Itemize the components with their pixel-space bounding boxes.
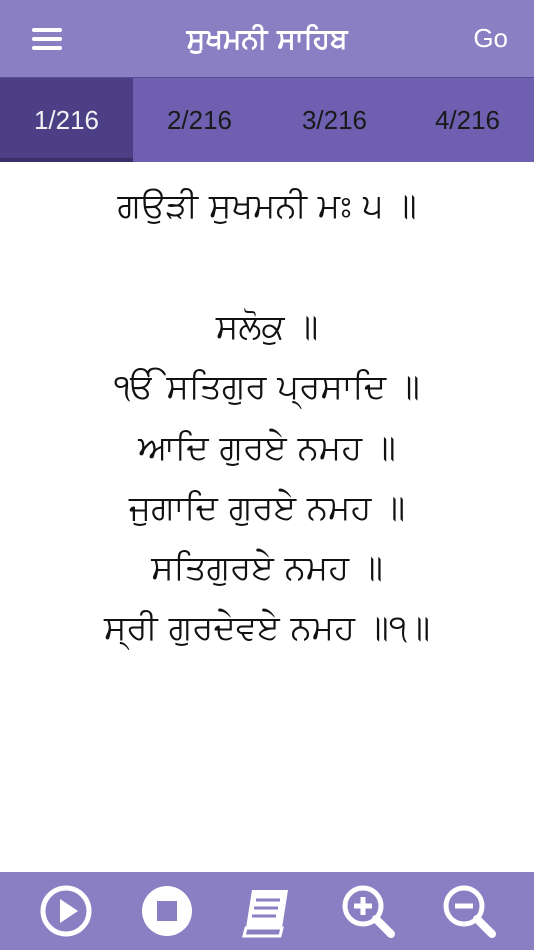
gurbani-line: ਸ੍ਰੀ ਗੁਰਦੇਵਏ ਨਮਹ ॥੧॥ — [103, 608, 431, 648]
tab-page-3[interactable]: 3/216 — [268, 78, 401, 162]
footer-toolbar — [0, 872, 534, 950]
play-button[interactable] — [35, 880, 97, 942]
stop-icon — [142, 886, 192, 936]
page-tabs: 1/216 2/216 3/216 4/216 — [0, 77, 534, 162]
zoom-out-icon — [443, 885, 496, 938]
stop-button[interactable] — [136, 880, 198, 942]
header-bar: ਸੁਖਮਨੀ ਸਾਹਿਬ Go — [0, 0, 534, 77]
gurbani-line: ੴ ਸਤਿਗੁਰ ਪ੍ਰਸਾਦਿ ॥ — [114, 367, 420, 407]
gurbani-line: ਸਲੋਕੁ ॥ — [215, 307, 319, 347]
zoom-in-icon — [342, 885, 395, 938]
menu-icon-bar — [32, 37, 62, 41]
book-icon — [242, 890, 288, 938]
zoom-in-button[interactable] — [337, 880, 399, 942]
gurbani-line: ਜੁਗਾਦਿ ਗੁਰਏ ਨਮਹ ॥ — [128, 488, 406, 528]
app-screen: ਸੁਖਮਨੀ ਸਾਹਿਬ Go 1/216 2/216 3/216 4/216 … — [0, 0, 534, 950]
menu-icon-bar — [32, 46, 62, 50]
go-button[interactable]: Go — [473, 0, 508, 77]
menu-button[interactable] — [30, 22, 64, 56]
menu-icon — [32, 28, 62, 32]
gurbani-line: ਗਉੜੀ ਸੁਖਮਨੀ ਮਃ ੫ ॥ — [117, 186, 417, 226]
gurbani-line: ਸਤਿਗੁਰਏ ਨਮਹ ॥ — [151, 548, 383, 588]
gurbani-content: ਗਉੜੀ ਸੁਖਮਨੀ ਮਃ ੫ ॥ ਸਲੋਕੁ ॥ ੴ ਸਤਿਗੁਰ ਪ੍ਰਸ… — [0, 162, 534, 872]
gurbani-line: ਆਦਿ ਗੁਰਏ ਨਮਹ ॥ — [138, 428, 396, 468]
book-button[interactable] — [236, 880, 298, 942]
tab-page-2[interactable]: 2/216 — [133, 78, 266, 162]
tab-page-4[interactable]: 4/216 — [401, 78, 534, 162]
zoom-out-button[interactable] — [438, 880, 500, 942]
play-icon — [40, 885, 92, 937]
page-title: ਸੁਖਮਨੀ ਸਾਹਿਬ — [186, 22, 348, 55]
tab-page-1[interactable]: 1/216 — [0, 78, 133, 162]
